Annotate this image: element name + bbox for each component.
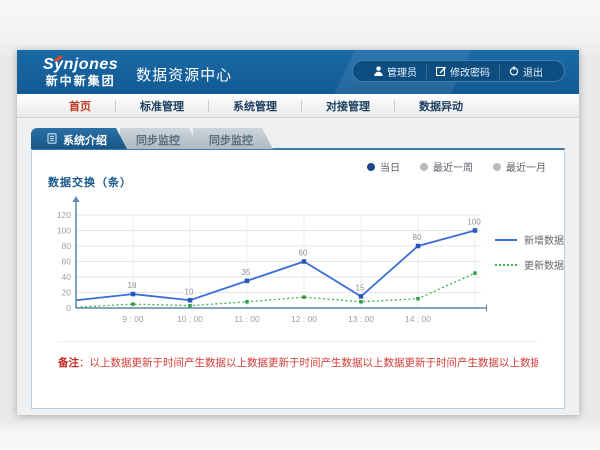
svg-text:10: 10 xyxy=(185,287,194,296)
tab-label: 系统介绍 xyxy=(63,132,107,148)
svg-text:11 : 00: 11 : 00 xyxy=(234,314,260,324)
data-point xyxy=(359,300,363,304)
logout-button[interactable]: 退出 xyxy=(499,64,552,79)
app-header: Synjones 新中新集团 数据资源中心 管理员 修改密码 退出 xyxy=(17,50,579,94)
page-title: 数据资源中心 xyxy=(136,60,232,85)
svg-text:100: 100 xyxy=(57,226,71,236)
user-button[interactable]: 管理员 xyxy=(365,64,426,79)
range-option-label: 最近一周 xyxy=(433,159,473,174)
svg-text:14 : 00: 14 : 00 xyxy=(405,314,431,324)
user-menu: 管理员 修改密码 退出 xyxy=(352,60,565,82)
range-option-last-month[interactable]: 最近一月 xyxy=(493,159,546,174)
range-option-label: 最近一月 xyxy=(506,159,546,174)
brand-logo: Synjones 新中新集团 xyxy=(43,57,118,87)
brand-logo-text: Synjones xyxy=(43,57,118,74)
svg-text:35: 35 xyxy=(242,268,251,277)
tab-bar: 系统介绍 同步监控 同步监控 xyxy=(31,128,565,149)
brand-logo-subtext: 新中新集团 xyxy=(43,75,118,88)
data-point xyxy=(302,295,306,299)
chart-container: 0 20 40 60 80 100 120 9 : 00 10 : 00 11 : 00 12 : … xyxy=(50,192,564,342)
tab-system-intro[interactable]: 系统介绍 xyxy=(31,128,127,149)
data-point xyxy=(131,302,135,306)
change-password-button[interactable]: 修改密码 xyxy=(426,64,499,79)
footnote: 备注：以上数据更新于时间产生数据以上数据更新于时间产生数据以上数据更新于时间产生… xyxy=(58,341,538,370)
range-option-today[interactable]: 当日 xyxy=(367,159,400,174)
range-selector: 当日 最近一周 最近一月 xyxy=(367,159,546,174)
data-point xyxy=(188,304,192,308)
svg-text:60: 60 xyxy=(299,249,308,258)
range-option-label: 当日 xyxy=(380,159,400,174)
document-icon xyxy=(47,133,57,147)
nav-item-home[interactable]: 首页 xyxy=(45,98,115,114)
main-nav: 首页 标准管理 系统管理 对接管理 数据异动 xyxy=(17,94,579,118)
legend-label: 更新数据 xyxy=(524,257,564,272)
svg-text:12 : 00: 12 : 00 xyxy=(291,314,317,324)
data-point xyxy=(131,292,136,297)
nav-item-data-change[interactable]: 数据异动 xyxy=(395,98,487,114)
change-password-label: 修改密码 xyxy=(450,64,490,79)
legend-item-updated-data[interactable]: 更新数据 xyxy=(495,257,564,272)
app-window: Synjones 新中新集团 数据资源中心 管理员 修改密码 退出 xyxy=(17,50,579,415)
data-point xyxy=(416,297,420,301)
nav-item-system-mgmt[interactable]: 系统管理 xyxy=(209,98,301,114)
legend-label: 新增数据 xyxy=(524,232,564,247)
svg-text:100: 100 xyxy=(467,218,481,227)
power-icon xyxy=(509,66,519,76)
legend-line-swatch xyxy=(495,239,517,241)
svg-text:80: 80 xyxy=(62,241,72,251)
chart-legend: 新增数据 更新数据 xyxy=(495,232,564,342)
svg-text:10 : 00: 10 : 00 xyxy=(177,314,203,324)
edit-icon xyxy=(436,66,446,76)
user-icon xyxy=(374,66,383,76)
data-point xyxy=(188,298,193,303)
tab-sync-monitor-1[interactable]: 同步监控 xyxy=(120,128,200,149)
data-point xyxy=(245,279,250,284)
radio-icon xyxy=(367,163,375,171)
data-point xyxy=(302,259,307,264)
nav-item-connect-mgmt[interactable]: 对接管理 xyxy=(302,98,394,114)
svg-text:40: 40 xyxy=(62,272,72,282)
logout-label: 退出 xyxy=(523,64,543,79)
svg-text:18: 18 xyxy=(128,281,137,290)
legend-line-swatch xyxy=(495,264,517,266)
content-area: 系统介绍 同步监控 同步监控 当日 最近一周 xyxy=(17,118,579,409)
data-point xyxy=(473,271,477,275)
range-option-last-week[interactable]: 最近一周 xyxy=(420,159,473,174)
svg-text:9 : 00: 9 : 00 xyxy=(122,314,144,324)
line-chart-svg: 0 20 40 60 80 100 120 9 : 00 10 : 00 11 : 00 12 : … xyxy=(50,192,487,342)
svg-text:0: 0 xyxy=(66,303,71,313)
footnote-text: ：以上数据更新于时间产生数据以上数据更新于时间产生数据以上数据更新于时间产生数据… xyxy=(79,357,538,369)
svg-text:13 : 00: 13 : 00 xyxy=(348,314,374,324)
footnote-label: 备注 xyxy=(58,357,79,369)
svg-text:20: 20 xyxy=(62,288,72,298)
data-point xyxy=(416,244,421,249)
chart-panel: 当日 最近一周 最近一月 数据交换（条） 0 20 40 60 80 100 120 9 : … xyxy=(31,148,565,409)
nav-item-standard-mgmt[interactable]: 标准管理 xyxy=(116,98,208,114)
legend-item-new-data[interactable]: 新增数据 xyxy=(495,232,564,247)
svg-text:15: 15 xyxy=(356,283,365,292)
radio-icon xyxy=(493,163,501,171)
tab-sync-monitor-2[interactable]: 同步监控 xyxy=(193,128,273,149)
tab-label: 同步监控 xyxy=(136,135,180,147)
svg-text:120: 120 xyxy=(57,210,71,220)
svg-text:80: 80 xyxy=(413,233,422,242)
user-label: 管理员 xyxy=(387,64,417,79)
chart-y-axis-title: 数据交换（条） xyxy=(48,174,564,190)
data-point xyxy=(473,228,478,233)
svg-text:60: 60 xyxy=(62,257,72,267)
data-point xyxy=(359,294,364,299)
tab-label: 同步监控 xyxy=(209,135,253,147)
data-point xyxy=(245,300,249,304)
radio-icon xyxy=(420,163,428,171)
